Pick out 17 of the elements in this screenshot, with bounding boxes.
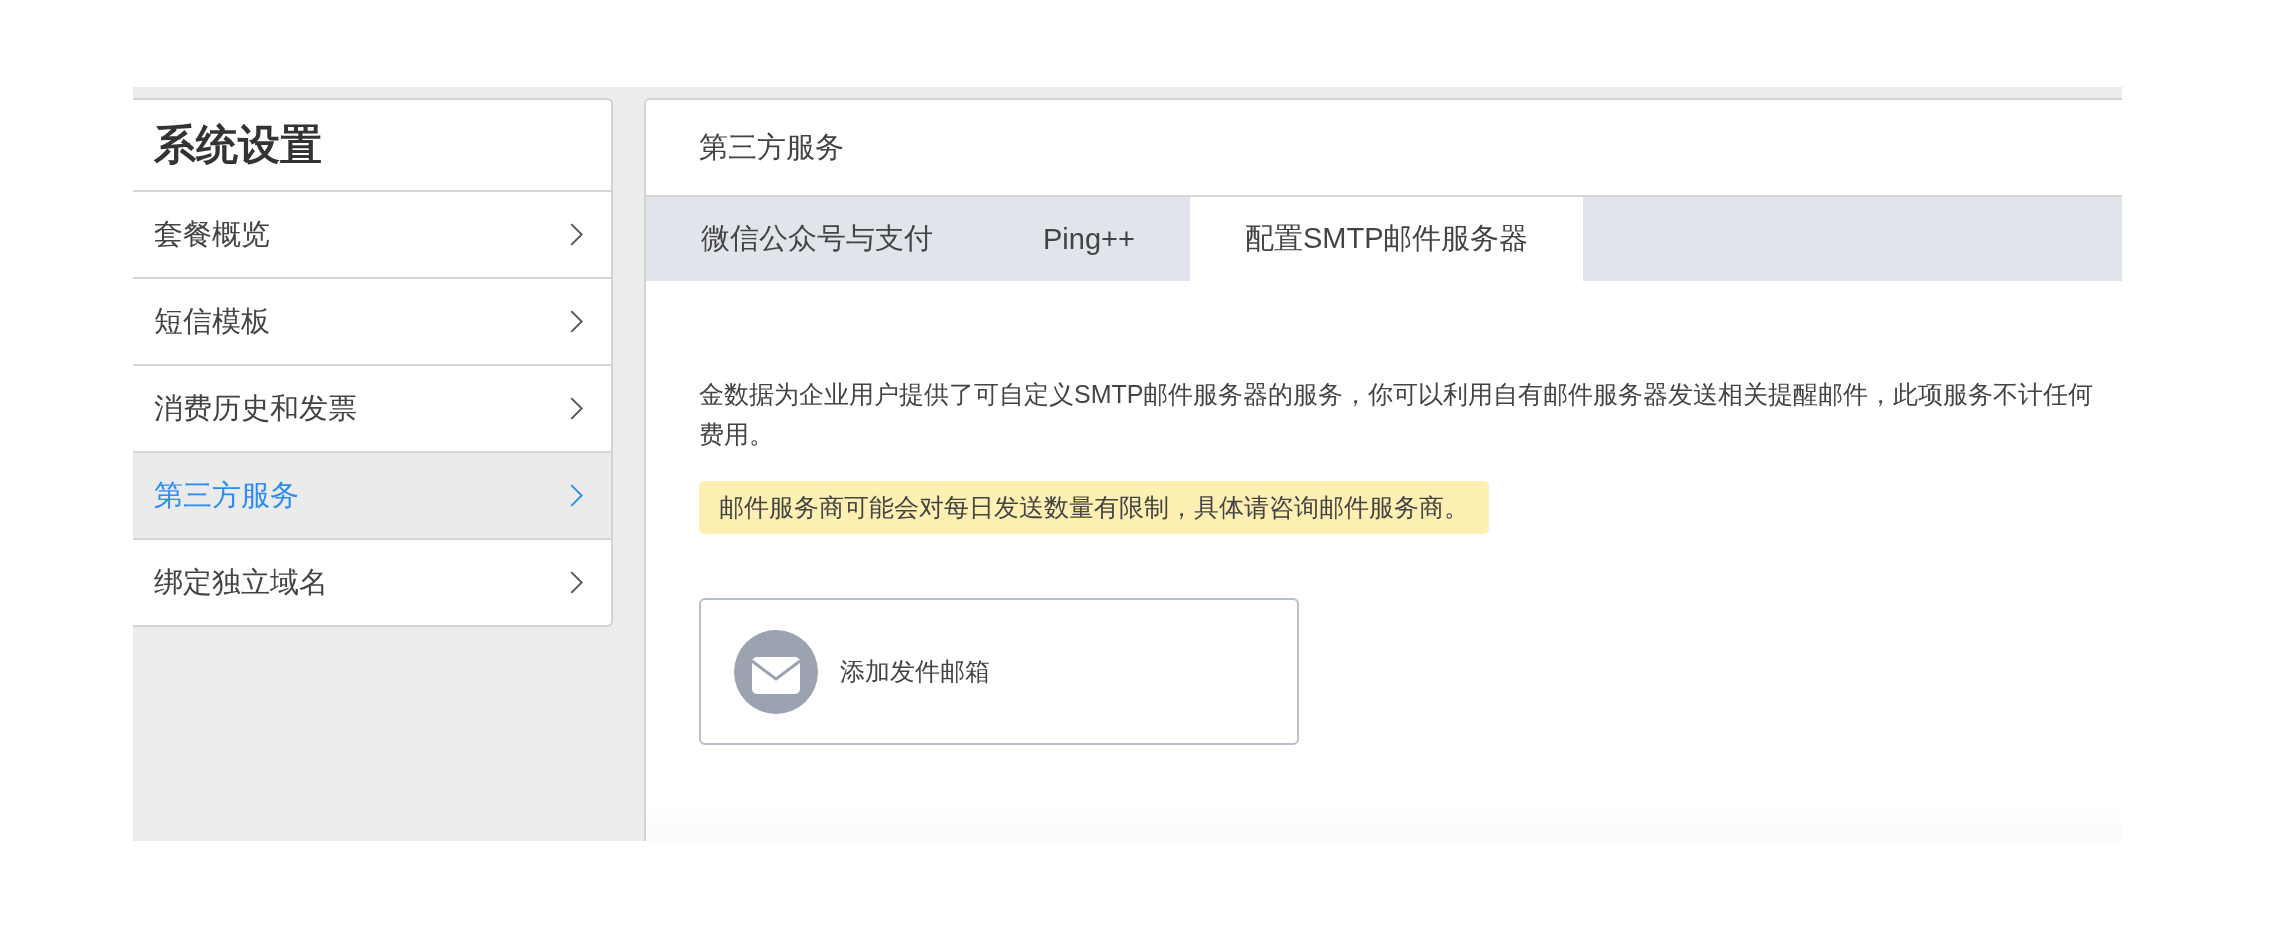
tab[interactable]: 配置SMTP邮件服务器 <box>1189 197 1584 281</box>
sidebar-item[interactable]: 套餐概览 <box>133 192 611 279</box>
chevron-right-icon <box>570 571 583 594</box>
tab[interactable]: 微信公众号与支付 <box>646 197 988 281</box>
envelope-icon <box>734 629 818 714</box>
panel-title: 第三方服务 <box>699 129 844 165</box>
add-mailbox-button[interactable]: 添加发件邮箱 <box>699 598 1299 745</box>
chevron-right-icon <box>570 223 583 246</box>
sidebar-title: 系统设置 <box>133 100 611 192</box>
chevron-right-icon <box>570 484 583 507</box>
description-text: 金数据为企业用户提供了可自定义SMTP邮件服务器的服务，你可以利用自有邮件服务器发送相关提醒邮件，此项服务不计任何费用。 <box>699 379 2095 450</box>
chevron-right-icon <box>570 310 583 333</box>
sidebar-item[interactable]: 短信模板 <box>133 279 611 366</box>
sidebar-item[interactable]: 绑定独立域名 <box>133 540 611 625</box>
chevron-right-icon <box>570 397 583 420</box>
notice-banner: 邮件服务商可能会对每日发送数量有限制，具体请咨询邮件服务商。 <box>699 481 1489 534</box>
tab[interactable]: Ping++ <box>988 197 1190 281</box>
